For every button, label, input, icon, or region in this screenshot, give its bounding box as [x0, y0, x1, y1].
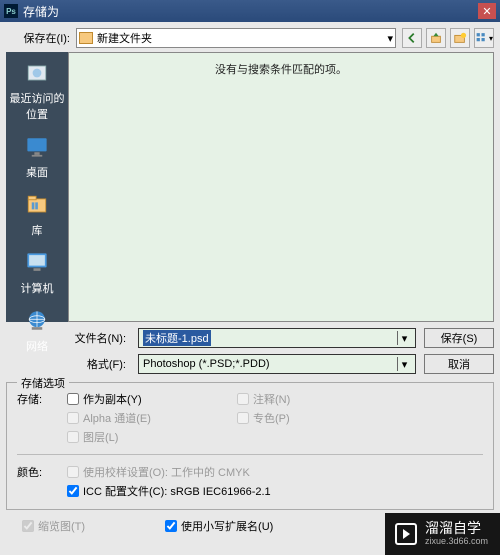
- format-label: 格式(F):: [68, 356, 130, 372]
- new-folder-button[interactable]: [450, 28, 470, 48]
- save-button[interactable]: 保存(S): [424, 328, 494, 348]
- folder-icon: [79, 32, 93, 44]
- recent-icon: [20, 58, 54, 88]
- place-recent[interactable]: 最近访问的位置: [8, 58, 66, 122]
- options-legend: 存储选项: [17, 375, 69, 391]
- chevron-down-icon[interactable]: ▾: [397, 331, 411, 345]
- place-desktop[interactable]: 桌面: [20, 132, 54, 180]
- layers-checkbox: 图层(L): [67, 429, 237, 445]
- watermark: 溜溜自学 zixue.3d66.com: [385, 513, 500, 555]
- thumbnail-checkbox: 缩览图(T): [22, 518, 85, 534]
- app-icon: Ps: [4, 4, 18, 18]
- store-label: 存储:: [17, 391, 67, 407]
- watermark-cn: 溜溜自学: [425, 521, 488, 536]
- filename-label: 文件名(N):: [68, 330, 130, 346]
- color-label: 颜色:: [17, 464, 67, 480]
- folder-dropdown[interactable]: 新建文件夹 ▾: [76, 28, 396, 48]
- notes-checkbox: 注释(N): [237, 391, 483, 407]
- proof-checkbox: 使用校样设置(O): 工作中的 CMYK: [67, 464, 483, 480]
- save-in-label: 保存在(I):: [6, 30, 76, 46]
- copy-checkbox[interactable]: 作为副本(Y): [67, 391, 237, 407]
- lowercase-checkbox[interactable]: 使用小写扩展名(U): [165, 518, 273, 534]
- chevron-down-icon: ▾: [387, 32, 393, 45]
- library-icon: [20, 190, 54, 220]
- filename-input[interactable]: 未标题-1.psd ▾: [138, 328, 416, 348]
- up-button[interactable]: [426, 28, 446, 48]
- format-text: Photoshop (*.PSD;*.PDD): [143, 358, 270, 370]
- places-bar: 最近访问的位置 桌面 库 计算机 网络: [6, 52, 68, 322]
- chevron-down-icon: ▾: [489, 34, 493, 43]
- desktop-icon: [20, 132, 54, 162]
- chevron-down-icon[interactable]: ▾: [397, 357, 411, 371]
- icc-checkbox[interactable]: ICC 配置文件(C): sRGB IEC61966-2.1: [67, 483, 483, 499]
- close-button[interactable]: ✕: [478, 3, 496, 19]
- file-list[interactable]: 没有与搜索条件匹配的项。: [68, 52, 494, 322]
- window-title: 存储为: [23, 3, 478, 20]
- place-library[interactable]: 库: [20, 190, 54, 238]
- save-options-group: 存储选项 存储: 作为副本(Y) 注释(N) Alpha 通道(E) 专色(P)…: [6, 382, 494, 510]
- folder-name: 新建文件夹: [97, 30, 152, 46]
- watermark-en: zixue.3d66.com: [425, 537, 488, 547]
- empty-message: 没有与搜索条件匹配的项。: [215, 61, 347, 77]
- play-icon: [395, 523, 417, 545]
- alpha-checkbox: Alpha 通道(E): [67, 410, 237, 426]
- cancel-button[interactable]: 取消: [424, 354, 494, 374]
- filename-text: 未标题-1.psd: [143, 330, 211, 346]
- view-menu-button[interactable]: ▾: [474, 28, 494, 48]
- place-computer[interactable]: 计算机: [20, 248, 54, 296]
- format-dropdown[interactable]: Photoshop (*.PSD;*.PDD) ▾: [138, 354, 416, 374]
- computer-icon: [20, 248, 54, 278]
- spot-checkbox: 专色(P): [237, 410, 483, 426]
- back-button[interactable]: [402, 28, 422, 48]
